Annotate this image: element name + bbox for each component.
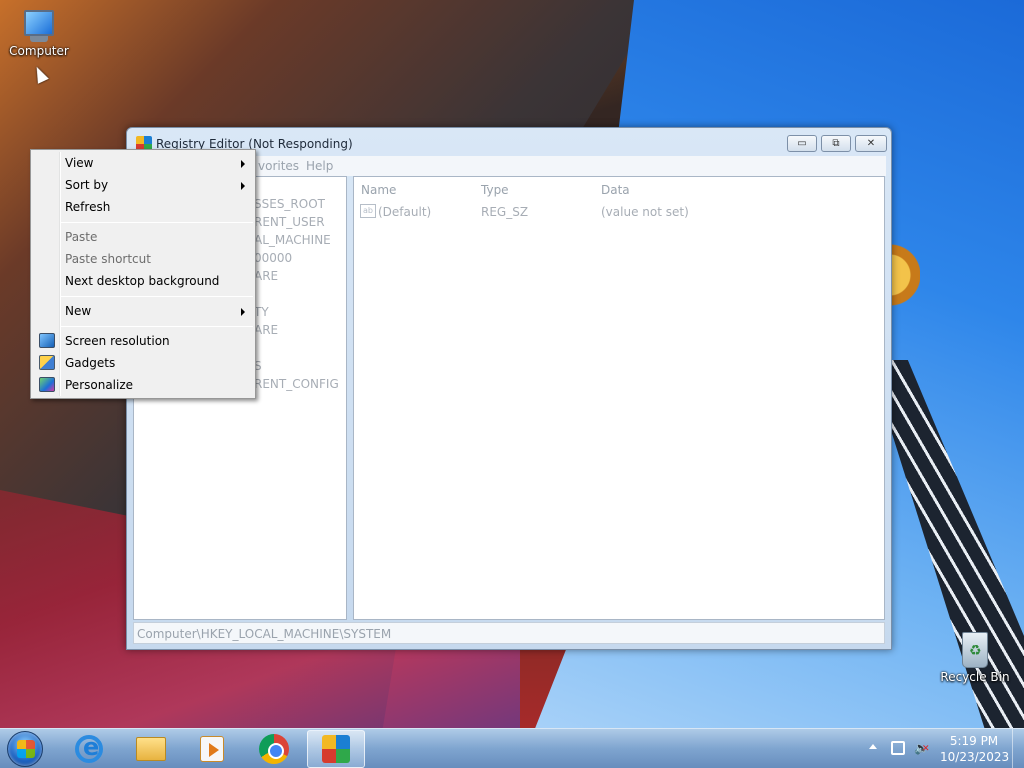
value-data: (value not set) [601,205,689,219]
close-button[interactable]: ✕ [855,135,887,152]
taskbar-clock[interactable]: 5:19 PM 10/23/2023 [940,733,1010,765]
menu-item-screen-resolution[interactable]: Screen resolution [33,330,253,352]
gadgets-icon [39,355,55,370]
submenu-arrow-icon [241,182,245,190]
tree-item[interactable]: TY [254,305,269,319]
desktop[interactable]: Computer Recycle Bin Registry Editor (No… [0,0,1024,728]
clock-date: 10/23/2023 [940,750,1010,764]
taskbar-media-player[interactable] [183,730,241,768]
recycle-bin-icon [962,632,988,668]
network-icon[interactable] [891,741,905,755]
registry-editor-icon [322,735,350,763]
submenu-arrow-icon [241,308,245,316]
chrome-icon [259,734,289,764]
menu-item-new[interactable]: New [33,300,253,322]
column-header-data[interactable]: Data [601,183,630,197]
menu-item-gadgets[interactable]: Gadgets [33,352,253,374]
desktop-context-menu: View Sort by Refresh Paste Paste shortcu… [30,149,256,399]
minimize-button[interactable]: ▭ [787,135,817,152]
menu-separator [61,222,253,223]
menu-item-paste: Paste [65,230,98,244]
desktop-icon-computer[interactable]: Computer [1,10,77,58]
volume-muted-icon[interactable]: 🔈 [914,741,930,755]
taskbar-file-explorer[interactable] [122,730,180,768]
desktop-icon-recycle-bin[interactable]: Recycle Bin [937,632,1013,684]
menu-item-personalize[interactable]: Personalize [33,374,253,396]
taskbar: 🔈 5:19 PM 10/23/2023 [0,728,1024,768]
menu-item-refresh[interactable]: Refresh [33,196,253,218]
show-desktop-button[interactable] [1012,729,1024,768]
tree-item[interactable]: RENT_CONFIG [254,377,339,391]
string-value-icon: ab [360,204,376,218]
column-header-name[interactable]: Name [361,183,396,197]
menu-item-view[interactable]: View [33,152,253,174]
start-button[interactable] [7,731,43,767]
tree-item[interactable]: RENT_USER [254,215,325,229]
column-header-type[interactable]: Type [481,183,509,197]
desktop-icon-label: Computer [9,44,69,58]
computer-icon [24,10,54,36]
value-type: REG_SZ [481,205,529,219]
menu-help[interactable]: Help [306,159,333,173]
windows-logo-icon [17,740,35,758]
clock-time: 5:19 PM [949,734,999,748]
value-name[interactable]: (Default) [378,205,431,219]
taskbar-chrome[interactable] [245,730,303,768]
menu-favorites[interactable]: vorites [258,159,299,173]
tree-item[interactable]: ARE [254,269,278,283]
maximize-button[interactable]: ⧉ [821,135,851,152]
personalize-icon [39,377,55,392]
menu-item-paste-shortcut: Paste shortcut [65,252,151,266]
file-explorer-icon [136,737,166,761]
menu-item-sort-by[interactable]: Sort by [33,174,253,196]
status-path: Computer\HKEY_LOCAL_MACHINE\SYSTEM [137,627,392,641]
submenu-arrow-icon [241,160,245,168]
wallpaper-needle [890,230,920,320]
media-player-icon [200,736,224,762]
menu-item-next-desktop-background[interactable]: Next desktop background [33,270,253,292]
status-bar: Computer\HKEY_LOCAL_MACHINE\SYSTEM [133,622,885,644]
internet-explorer-icon [75,733,103,763]
tree-item[interactable]: ARE [254,323,278,337]
taskbar-internet-explorer[interactable] [60,730,118,768]
values-list[interactable]: Name Type Data ab (Default) REG_SZ (valu… [353,176,885,620]
desktop-icon-label: Recycle Bin [940,670,1010,684]
menu-separator [61,296,253,297]
menu-separator [61,326,253,327]
screen-resolution-icon [39,333,55,348]
tree-item[interactable]: 00000 [254,251,292,265]
tree-item[interactable]: AL_MACHINE [254,233,331,247]
show-hidden-icons-button[interactable] [869,744,877,749]
taskbar-registry-editor[interactable] [307,730,365,768]
tree-item[interactable]: SSES_ROOT [254,197,325,211]
